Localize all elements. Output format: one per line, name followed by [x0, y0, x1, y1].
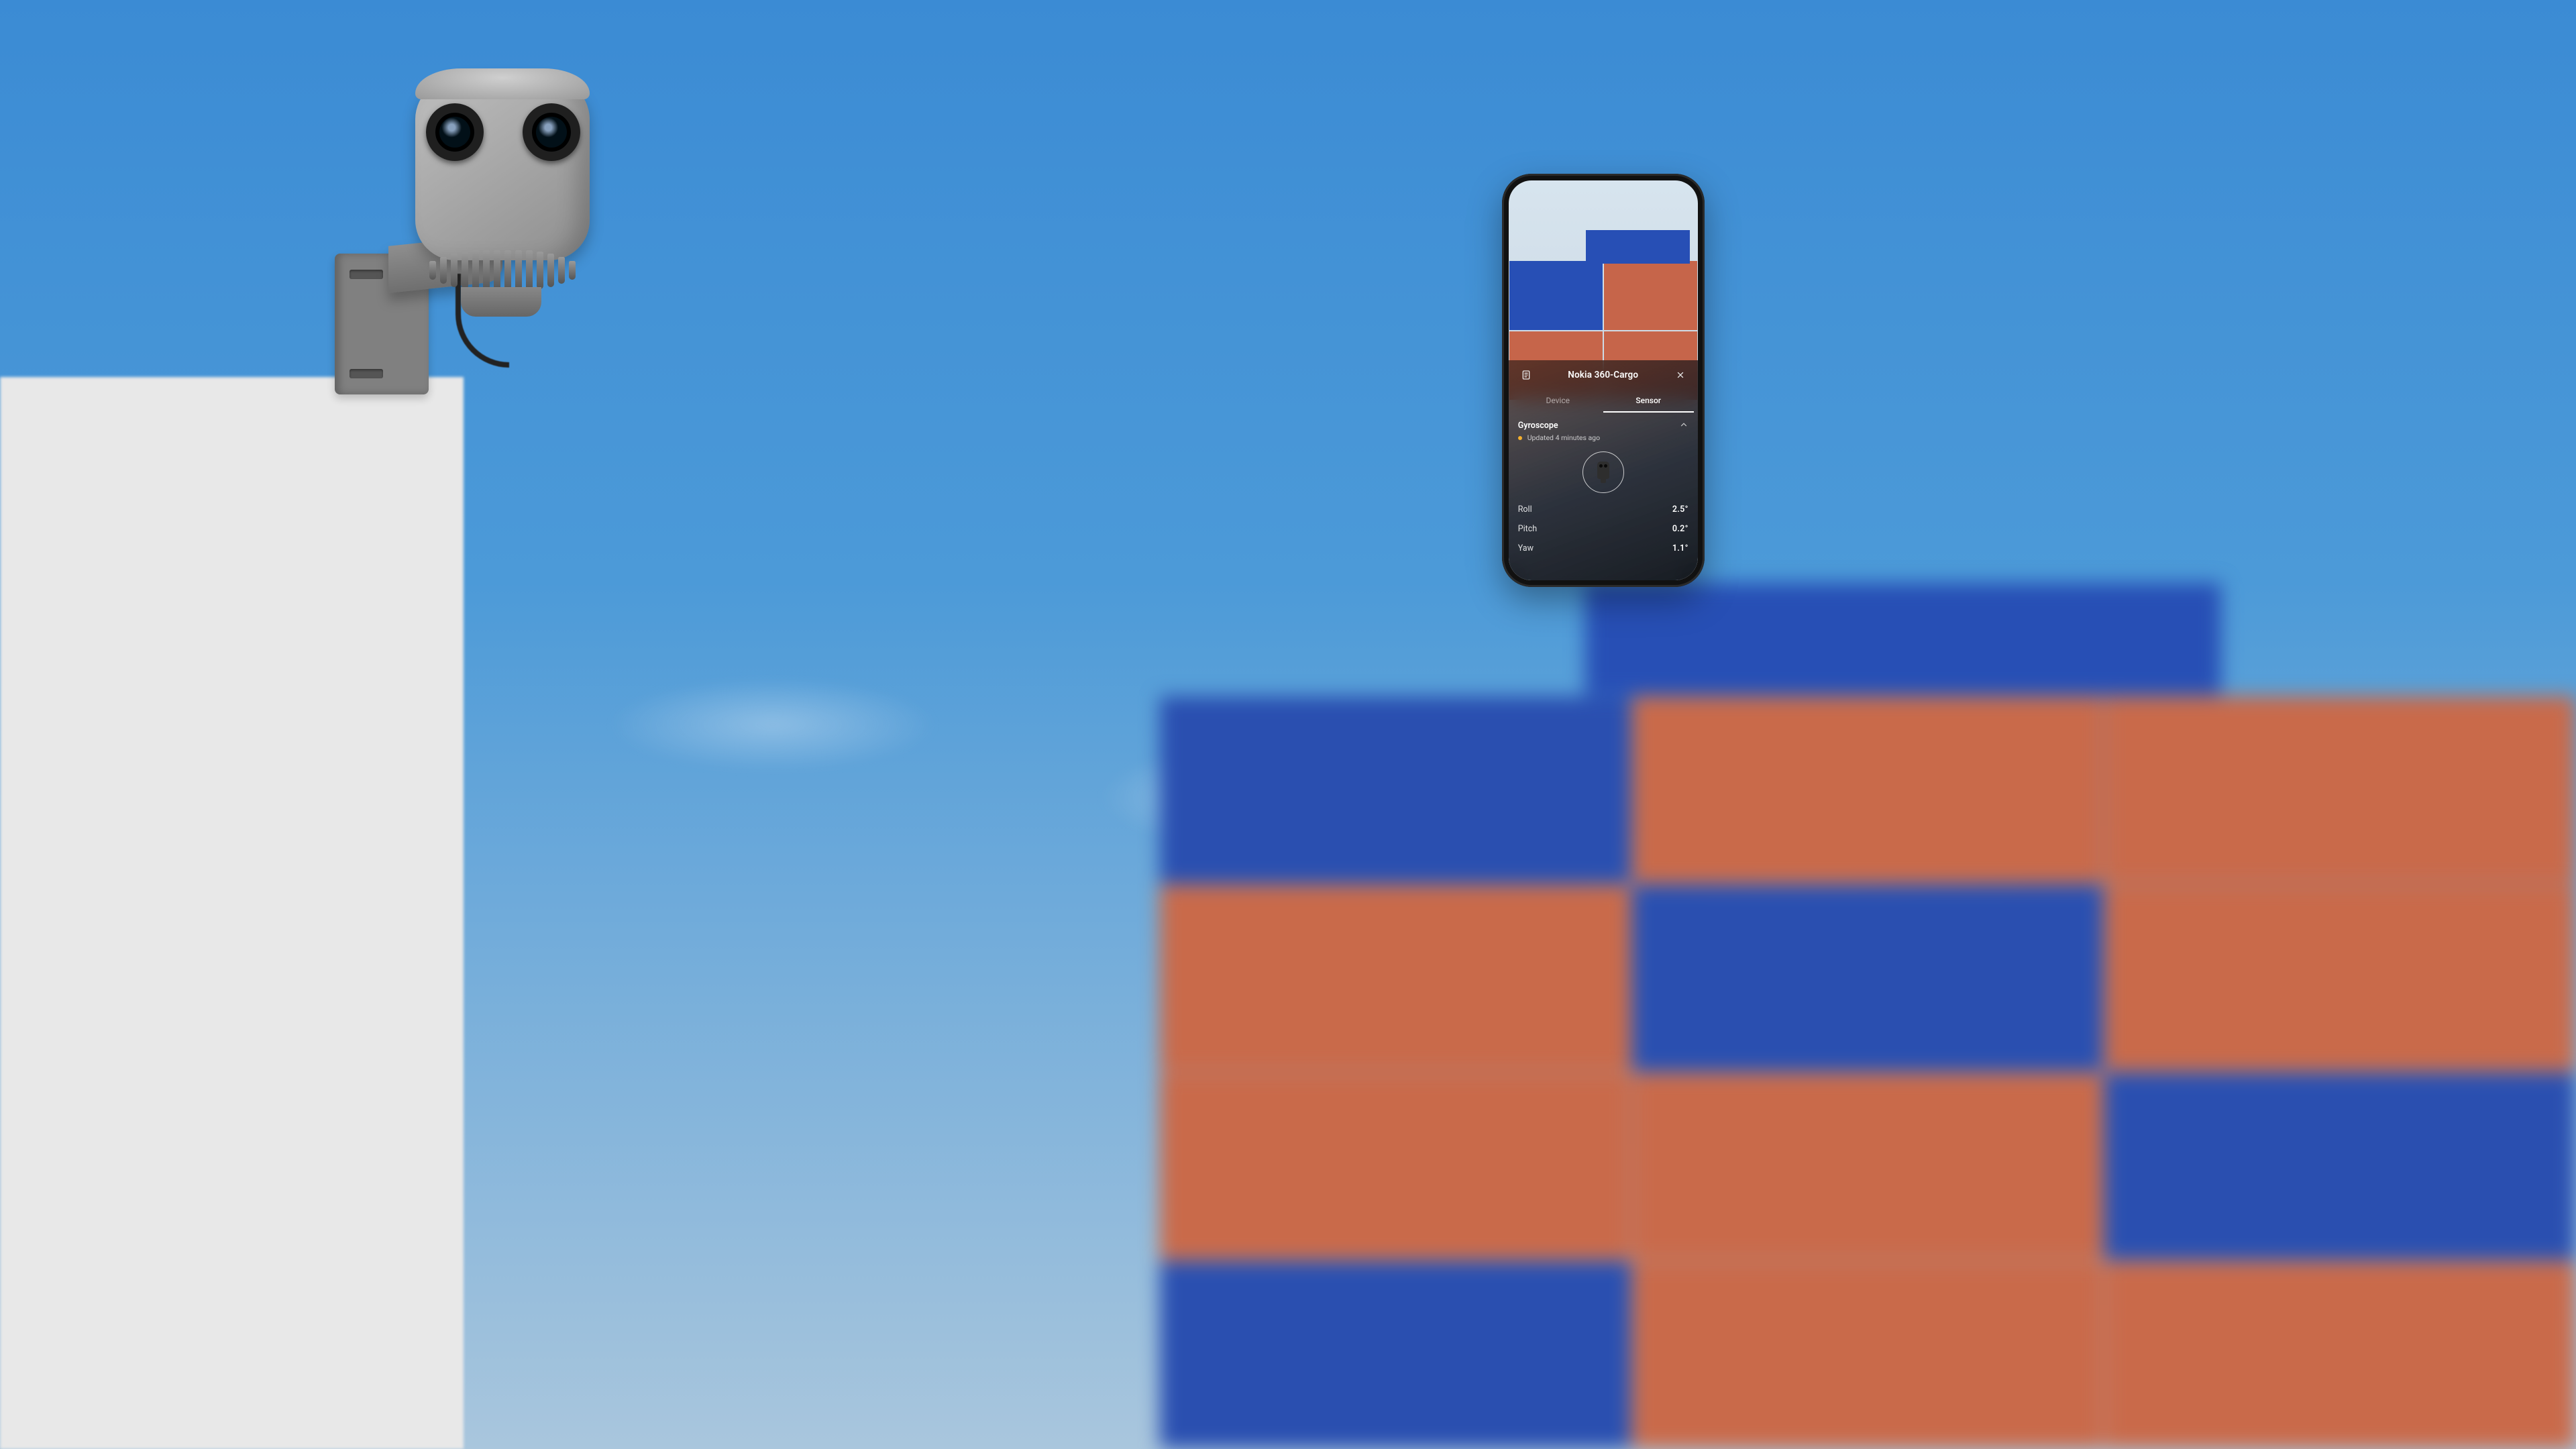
metric-roll: Roll 2.5°: [1509, 500, 1698, 519]
metric-value: 0.2°: [1672, 524, 1688, 534]
gyro-visual: [1509, 451, 1698, 493]
notes-icon[interactable]: [1518, 367, 1534, 383]
metric-pitch: Pitch 0.2°: [1509, 519, 1698, 539]
camera-base: [461, 287, 541, 317]
sensor-card: Nokia 360-Cargo Device Sensor Gyroscope: [1509, 360, 1698, 580]
metric-yaw: Yaw 1.1°: [1509, 539, 1698, 558]
containers-blur: [1159, 696, 2576, 1449]
camera-lens-right: [523, 103, 580, 161]
metric-value: 2.5°: [1672, 504, 1688, 515]
status-dot-icon: [1518, 436, 1522, 440]
updated-row: Updated 4 minutes ago: [1509, 433, 1698, 442]
scene-background: Nokia 360-Cargo Device Sensor Gyroscope: [0, 0, 2576, 1449]
section-header[interactable]: Gyroscope: [1509, 415, 1698, 433]
card-title: Nokia 360-Cargo: [1568, 370, 1638, 380]
gyroscope-icon: [1597, 462, 1609, 479]
tab-device[interactable]: Device: [1513, 390, 1603, 413]
close-icon[interactable]: [1672, 367, 1688, 383]
camera-body: [415, 72, 590, 260]
tab-sensor[interactable]: Sensor: [1603, 390, 1694, 413]
metric-label: Roll: [1518, 504, 1532, 515]
camera-device: [335, 72, 583, 408]
tabs: Device Sensor: [1513, 390, 1694, 413]
chevron-up-icon: [1679, 419, 1688, 432]
section-title: Gyroscope: [1518, 421, 1558, 431]
gyro-circle: [1582, 451, 1624, 493]
metric-label: Pitch: [1518, 524, 1537, 534]
phone-frame: Nokia 360-Cargo Device Sensor Gyroscope: [1502, 174, 1705, 587]
updated-text: Updated 4 minutes ago: [1527, 433, 1600, 442]
metric-value: 1.1°: [1672, 543, 1688, 553]
metric-label: Yaw: [1518, 543, 1534, 553]
phone-screen: Nokia 360-Cargo Device Sensor Gyroscope: [1509, 180, 1698, 580]
camera-lens-left: [426, 103, 484, 161]
mounting-pillar: [0, 377, 464, 1449]
